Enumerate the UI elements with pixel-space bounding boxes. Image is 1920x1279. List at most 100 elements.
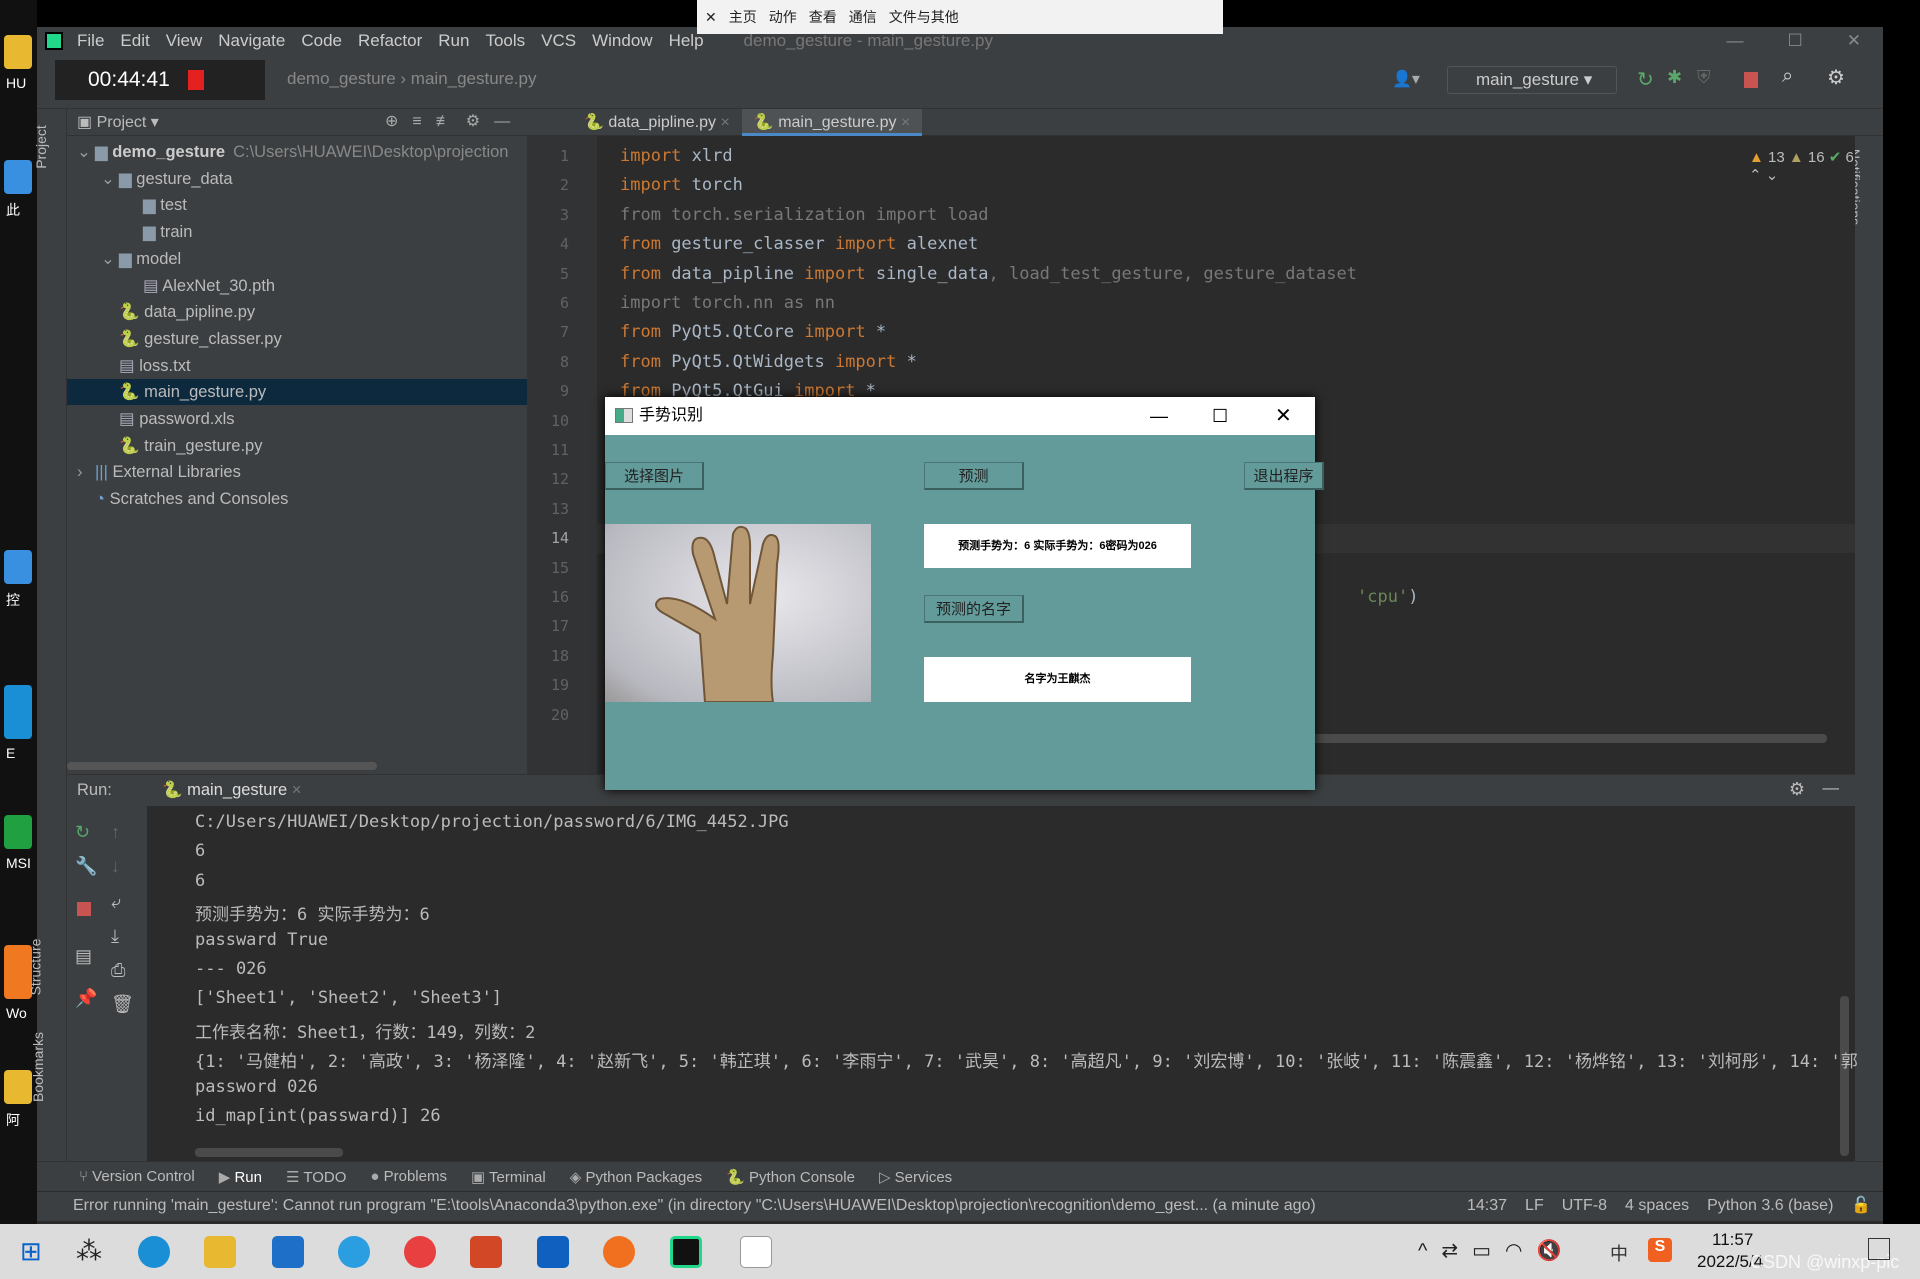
menu-view[interactable]: View — [166, 31, 203, 51]
tool-tab-services[interactable]: ▷ Services — [879, 1168, 952, 1186]
project-tree-item[interactable]: ▆ train — [67, 219, 527, 245]
maximize-icon[interactable]: ☐ — [1788, 31, 1803, 51]
desktop-icon[interactable] — [4, 35, 32, 69]
project-tool-button[interactable]: Project — [33, 125, 49, 169]
notepad-icon[interactable] — [740, 1236, 772, 1268]
powerpoint-icon[interactable] — [470, 1236, 502, 1268]
project-tree-item[interactable]: 🐍 main_gesture.py — [67, 379, 527, 406]
predict-button[interactable]: 预测 — [924, 462, 1024, 490]
quick-toolbar-item[interactable]: 动作 — [769, 7, 797, 27]
gear-icon[interactable]: ⚙ — [1789, 779, 1805, 800]
user-icon[interactable]: 👤▾ — [1392, 69, 1420, 89]
system-tray-icons[interactable]: ^⇄▭◠🔇 — [1418, 1238, 1575, 1263]
sogou-icon[interactable]: S — [1648, 1238, 1672, 1262]
editor-tab[interactable]: 🐍 main_gesture.py × — [741, 109, 923, 136]
run-config-select[interactable]: main_gesture ▾ — [1447, 66, 1617, 94]
mail-icon[interactable] — [272, 1236, 304, 1268]
rerun-icon[interactable]: ↻ — [1637, 67, 1654, 92]
edge-icon[interactable] — [138, 1236, 170, 1268]
project-toolbar-icons[interactable]: ⊕≡≢⚙— — [385, 111, 524, 131]
menu-file[interactable]: File — [77, 31, 104, 51]
ie-icon[interactable] — [338, 1236, 370, 1268]
project-tree-item[interactable]: › ||| External Libraries — [67, 459, 527, 485]
close-icon[interactable]: ✕ — [1275, 397, 1292, 435]
structure-tool-button[interactable]: Structure — [27, 939, 43, 996]
quick-toolbar-item[interactable]: 文件与其他 — [889, 7, 959, 27]
down-icon[interactable]: ↓ — [111, 856, 120, 877]
desktop-icon[interactable] — [4, 1070, 32, 1104]
tool-tab-python-console[interactable]: 🐍 Python Console — [726, 1168, 855, 1186]
tool-tab-version-control[interactable]: ⑂ Version Control — [79, 1168, 195, 1185]
project-tree-item[interactable]: ⌄ ▆ gesture_data — [67, 166, 527, 192]
project-tree-item[interactable]: ▤ loss.txt — [67, 353, 527, 379]
stop-icon[interactable] — [1744, 72, 1758, 88]
project-tree-item[interactable]: 🐍 train_gesture.py — [67, 433, 527, 459]
quick-toolbar-item[interactable]: 查看 — [809, 7, 837, 27]
windows-start-icon[interactable]: ⊞ — [20, 1236, 42, 1267]
console-vertical-scrollbar[interactable] — [1840, 996, 1849, 1156]
coverage-icon[interactable]: ⛨ — [1697, 67, 1711, 88]
menu-tools[interactable]: Tools — [485, 31, 525, 51]
wrench-icon[interactable]: 🔧 — [75, 856, 97, 877]
indent-setting[interactable]: 4 spaces — [1625, 1192, 1689, 1220]
file-explorer-icon[interactable] — [204, 1236, 236, 1268]
desktop-icon[interactable] — [4, 815, 32, 849]
close-tab-icon[interactable]: × — [896, 114, 910, 131]
menu-vcs[interactable]: VCS — [541, 31, 576, 51]
desktop-icon[interactable] — [4, 705, 32, 739]
tool-tab-todo[interactable]: ☰ TODO — [286, 1168, 346, 1186]
bookmarks-tool-button[interactable]: Bookmarks — [30, 1032, 46, 1102]
project-tree-item[interactable]: 🐍 gesture_classer.py — [67, 326, 527, 352]
close-tab-icon[interactable]: × — [716, 114, 729, 131]
project-tree-item[interactable]: ▤ password.xls — [67, 406, 527, 432]
layout-icon[interactable]: ▤ — [75, 946, 92, 967]
tool-tab-problems[interactable]: ● Problems — [370, 1168, 447, 1185]
select-image-button[interactable]: 选择图片 — [605, 462, 704, 490]
breadcrumb-project[interactable]: demo_gesture — [287, 69, 396, 88]
run-tab[interactable]: 🐍 main_gesture × — [162, 781, 301, 800]
ime-indicator[interactable]: 中 — [1610, 1240, 1628, 1266]
desktop-icon[interactable] — [4, 160, 32, 194]
app-icon[interactable] — [404, 1236, 436, 1268]
exit-button[interactable]: 退出程序 — [1244, 462, 1324, 490]
project-tree-item[interactable]: ⌄ ▆ model — [67, 246, 527, 272]
line-separator[interactable]: LF — [1525, 1192, 1544, 1220]
project-tree-item[interactable]: ⌄ ▆ demo_gesture C:\Users\HUAWEI\Desktop\… — [67, 139, 527, 165]
project-tree-item[interactable]: 🐍 data_pipline.py — [67, 299, 527, 325]
predict-name-button[interactable]: 预测的名字 — [924, 595, 1024, 623]
tool-tab-python-packages[interactable]: ◈ Python Packages — [570, 1168, 702, 1186]
project-tree-item[interactable]: ◔ Scratches and Consoles — [67, 486, 527, 512]
search-icon[interactable]: ⌕ — [1782, 65, 1793, 88]
soft-wrap-icon[interactable]: ⤶ — [111, 892, 121, 913]
rerun-icon[interactable]: ↻ — [75, 822, 90, 843]
project-tree-item[interactable]: ▤ AlexNet_30.pth — [67, 273, 527, 299]
close-icon[interactable]: ✕ — [1847, 31, 1861, 51]
breadcrumb-file[interactable]: main_gesture.py — [411, 69, 537, 88]
menu-run[interactable]: Run — [438, 31, 469, 51]
menu-code[interactable]: Code — [301, 31, 342, 51]
maximize-icon[interactable]: ☐ — [1212, 397, 1228, 435]
console-horizontal-scrollbar[interactable] — [195, 1148, 343, 1157]
pycharm-icon[interactable] — [670, 1236, 702, 1268]
teamviewer-icon[interactable] — [537, 1236, 569, 1268]
file-encoding[interactable]: UTF-8 — [1562, 1192, 1607, 1220]
project-tree-item[interactable]: ▆ test — [67, 192, 527, 218]
editor-tab[interactable]: 🐍 data_pipline.py × — [572, 109, 742, 136]
notification-center-icon[interactable] — [1868, 1238, 1890, 1260]
minimize-icon[interactable]: — — [1727, 31, 1744, 51]
menu-edit[interactable]: Edit — [120, 31, 149, 51]
tool-tab-run[interactable]: ▶ Run — [219, 1168, 262, 1186]
record-stop-icon[interactable] — [187, 70, 204, 91]
tool-tab-terminal[interactable]: ▣ Terminal — [471, 1168, 546, 1186]
trash-icon[interactable]: 🗑 — [111, 994, 134, 1015]
status-message[interactable]: Error running 'main_gesture': Cannot run… — [73, 1192, 1316, 1220]
menu-help[interactable]: Help — [669, 31, 704, 51]
app-icon[interactable] — [603, 1236, 635, 1268]
close-icon[interactable]: ✕ — [705, 9, 717, 26]
clock-time[interactable]: 11:57 — [1712, 1230, 1753, 1250]
hide-icon[interactable]: — — [1823, 779, 1840, 798]
menu-refactor[interactable]: Refactor — [358, 31, 422, 51]
minimize-icon[interactable]: — — [1150, 397, 1168, 435]
up-icon[interactable]: ↑ — [111, 822, 120, 843]
lock-icon[interactable]: 🔓 — [1851, 1192, 1871, 1220]
